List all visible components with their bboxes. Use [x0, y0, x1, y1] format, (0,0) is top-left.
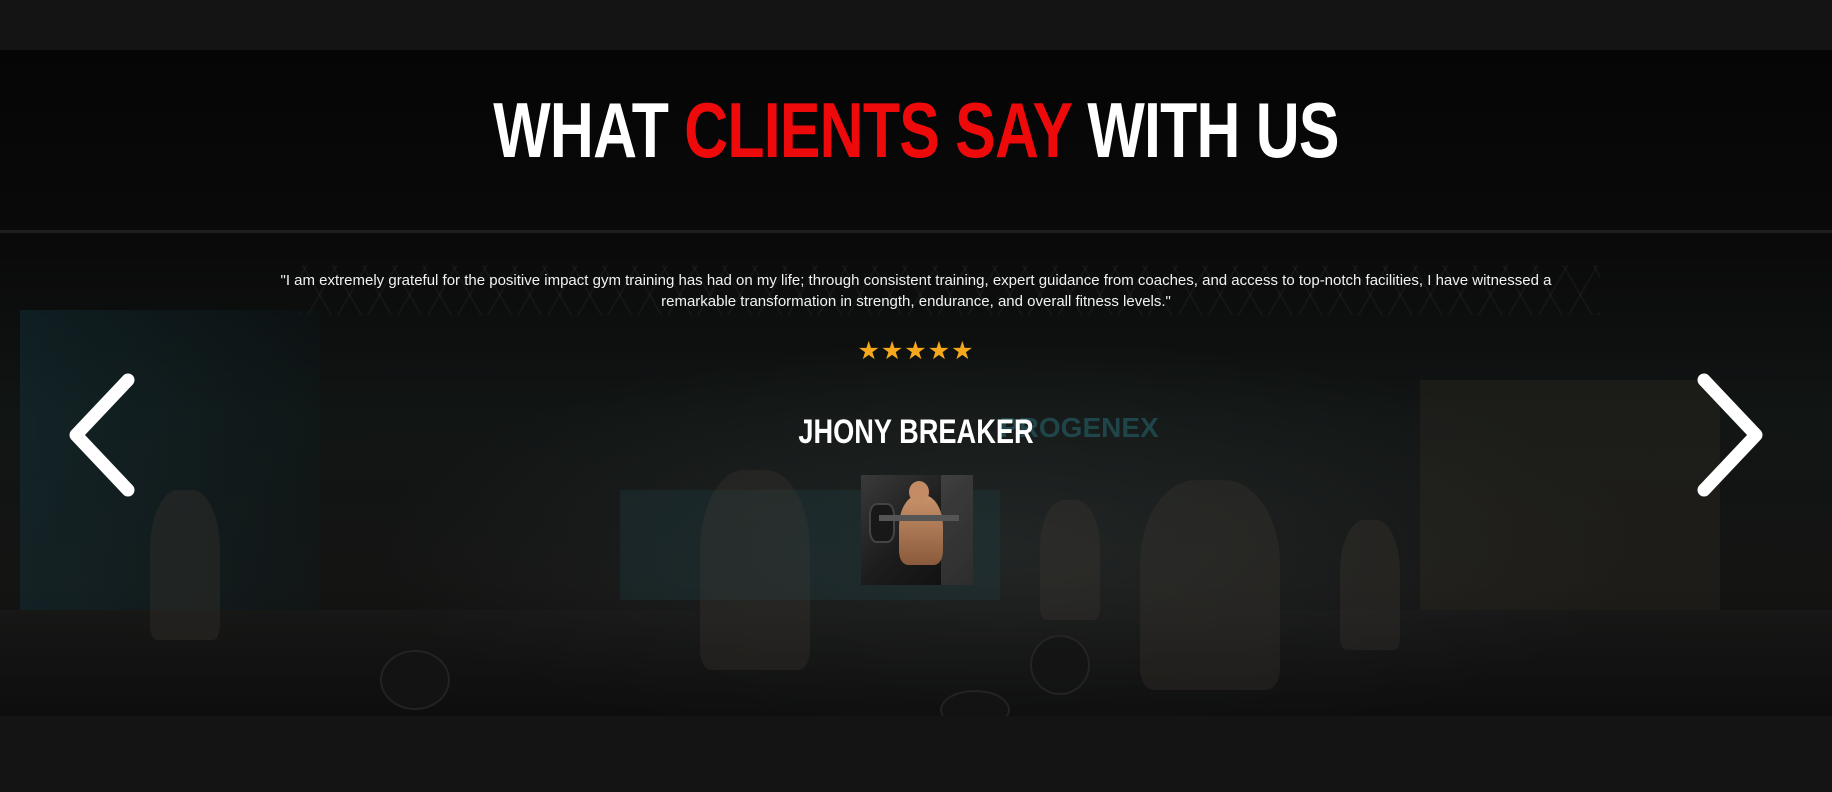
- previous-testimonial-button[interactable]: [64, 370, 144, 500]
- top-band: [0, 0, 1832, 50]
- background-weight-plate: [1030, 635, 1090, 695]
- background-person: [1140, 480, 1280, 690]
- title-part-1: WHAT: [493, 86, 685, 174]
- client-name: JHONY BREAKER: [798, 413, 1034, 451]
- background-person: [150, 490, 220, 640]
- title-accent: CLIENTS SAY: [684, 86, 1072, 174]
- background-person: [1040, 500, 1100, 620]
- client-avatar: [861, 475, 973, 585]
- background-person: [700, 470, 810, 670]
- rating-stars-icon: ★★★★★: [857, 336, 975, 365]
- chevron-left-icon: [69, 373, 135, 497]
- ceiling-beam: [0, 230, 1832, 233]
- background-floor: [0, 610, 1832, 716]
- testimonial-quote: "I am extremely grateful for the positiv…: [280, 272, 1552, 310]
- chevron-right-icon: [1697, 373, 1763, 497]
- next-testimonial-button[interactable]: [1688, 370, 1768, 500]
- section-title: WHAT CLIENTS SAY WITH US: [202, 82, 1631, 178]
- background-person: [1340, 520, 1400, 650]
- bottom-band: [0, 716, 1832, 792]
- background-weight-plate: [380, 650, 450, 710]
- title-part-2: WITH US: [1071, 86, 1339, 174]
